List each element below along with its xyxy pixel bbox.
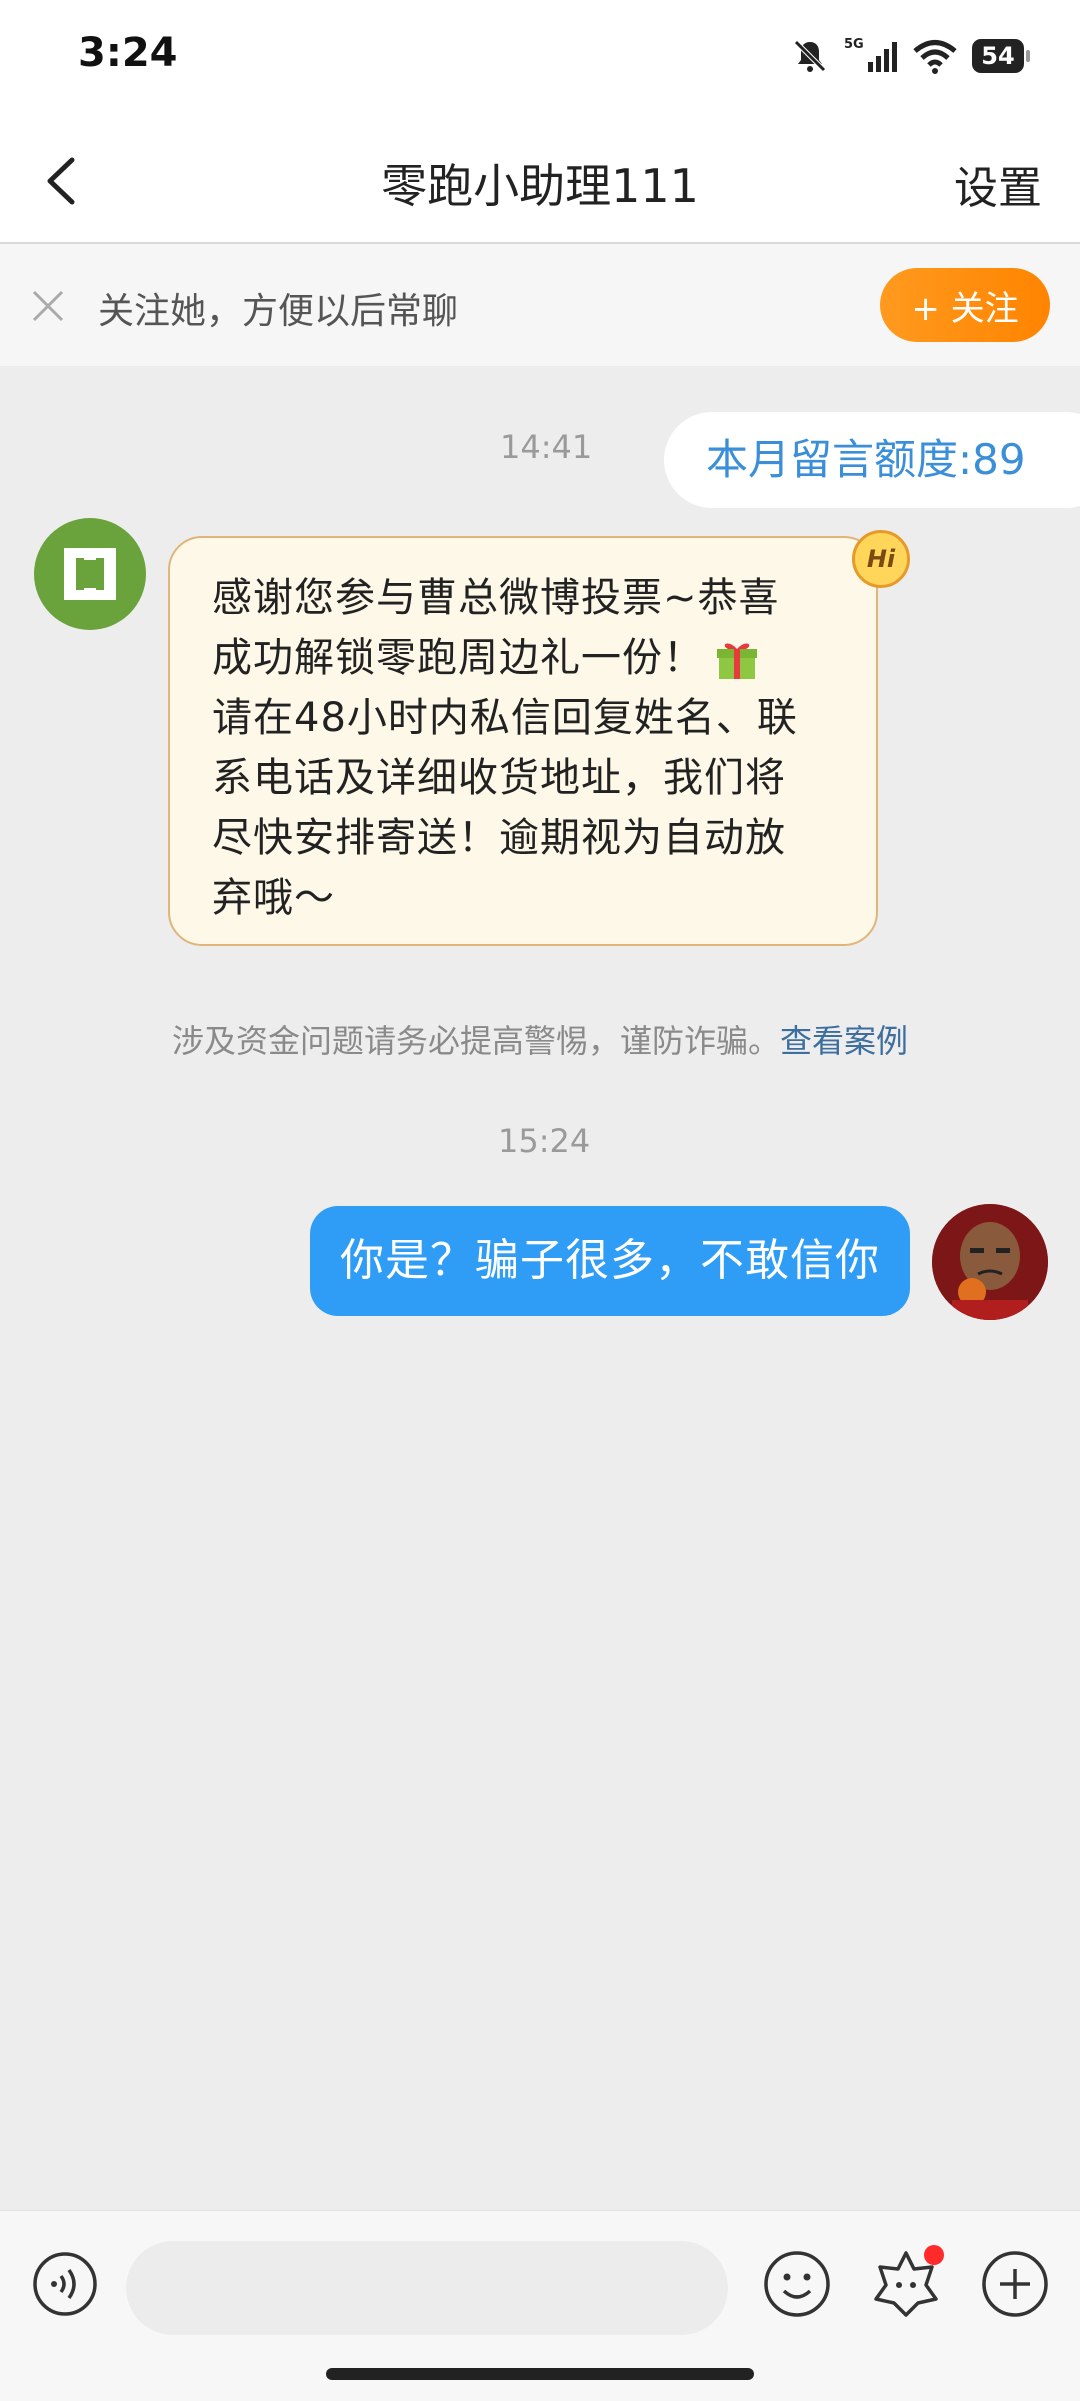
hi-badge: Hi: [852, 530, 910, 588]
notification-dot: [924, 2245, 944, 2265]
gift-icon: [717, 643, 757, 679]
signal-icon: 5G: [844, 37, 897, 72]
quota-notice: 本月留言额度:89: [664, 412, 1080, 508]
user-avatar-icon: [932, 1204, 1048, 1320]
avatar[interactable]: [932, 1204, 1048, 1320]
nav-bar: 零跑小助理111 设置: [0, 120, 1080, 244]
mute-bell-icon: [794, 40, 826, 72]
plus-icon[interactable]: [980, 2249, 1050, 2319]
message-line: 系电话及详细收货地址，我们将: [212, 755, 786, 801]
page-title: 零跑小助理111: [381, 159, 699, 213]
wifi-icon: [913, 40, 957, 74]
leapmotor-logo-icon: [36, 520, 144, 628]
settings-button[interactable]: 设置: [954, 152, 1042, 216]
emoji-icon[interactable]: [762, 2249, 832, 2319]
fraud-warning: 涉及资金问题请务必提高警惕，谨防诈骗。查看案例: [0, 1016, 1080, 1062]
message-line-text: 成功解锁零跑周边礼一份！: [212, 635, 704, 681]
status-bar: 3:24 5G 54: [0, 0, 1080, 120]
follow-button[interactable]: + 关注: [880, 268, 1050, 342]
timestamp: 14:41: [500, 428, 593, 466]
timestamp: 15:24: [498, 1122, 591, 1160]
message-line: 请在48小时内私信回复姓名、联: [212, 695, 798, 741]
sent-message-bubble[interactable]: 你是？骗子很多，不敢信你: [310, 1206, 910, 1316]
voice-icon[interactable]: [32, 2251, 98, 2317]
received-message-bubble[interactable]: 感谢您参与曹总微博投票~恭喜 成功解锁零跑周边礼一份！ 请在48小时内私信回复姓…: [168, 536, 878, 946]
status-time: 3:24: [78, 30, 178, 76]
message-line: 成功解锁零跑周边礼一份！: [212, 628, 842, 688]
close-icon[interactable]: [30, 288, 66, 324]
status-icons: 5G 54: [790, 34, 1030, 78]
message-line: 尽快安排寄送！逾期视为自动放: [212, 815, 786, 861]
follow-prompt: 关注她，方便以后常聊: [98, 291, 459, 332]
avatar[interactable]: [34, 518, 146, 630]
message-line: 弃哦～: [212, 875, 335, 921]
network-label: 5G: [844, 37, 864, 52]
message-input[interactable]: [126, 2241, 728, 2335]
message-line: 感谢您参与曹总微博投票~恭喜: [212, 575, 780, 621]
warning-text: 涉及资金问题请务必提高警惕，谨防诈骗。: [171, 1022, 780, 1060]
battery-indicator: 54: [972, 39, 1030, 73]
follow-banner: 关注她，方便以后常聊 + 关注: [0, 244, 1080, 366]
view-cases-link[interactable]: 查看案例: [780, 1022, 908, 1060]
home-indicator[interactable]: [326, 2368, 754, 2380]
